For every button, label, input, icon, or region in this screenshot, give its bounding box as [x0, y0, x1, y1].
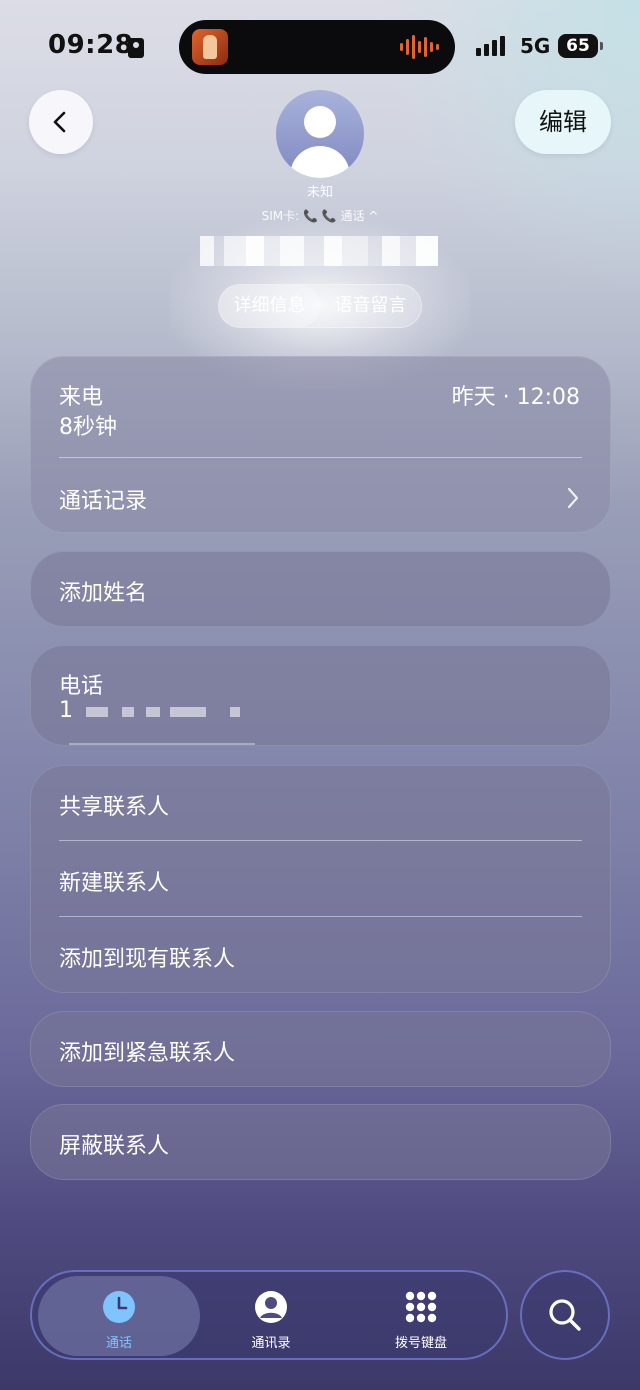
call-info-card: 来电 8秒钟 昨天 · 12:08 通话记录 [30, 356, 611, 533]
masked-phone-digits [86, 707, 240, 717]
phone-number-prefix: 1 [59, 698, 73, 723]
tab-keypad[interactable]: 拨号键盘 [340, 1276, 502, 1356]
edit-button[interactable]: 编辑 [515, 90, 611, 154]
phone-label: 电话 [59, 674, 104, 699]
new-contact-label: 新建联系人 [59, 871, 170, 896]
call-duration: 8秒钟 [59, 415, 117, 440]
chevron-right-icon [567, 487, 579, 509]
divider [59, 457, 582, 458]
contact-actions-card: 共享联系人 新建联系人 添加到现有联系人 [30, 765, 611, 993]
tab-keypad-label: 拨号键盘 [394, 1336, 447, 1351]
masked-phone-number [200, 236, 438, 266]
add-name-label: 添加姓名 [59, 581, 148, 606]
tab-calls[interactable]: 通话 [38, 1276, 200, 1356]
tab-voicemail[interactable]: 语音留言 [320, 285, 421, 327]
tab-calls-label: 通话 [105, 1336, 132, 1351]
new-contact-row[interactable]: 新建联系人 [31, 841, 610, 916]
audio-wave-icon [400, 33, 439, 61]
add-existing-contact-label: 添加到现有联系人 [59, 947, 236, 972]
contact-name: 未知 [306, 185, 333, 200]
island-app-icon [192, 29, 228, 65]
tab-details[interactable]: 详细信息 [219, 285, 320, 327]
battery-indicator: 65 [558, 34, 603, 58]
add-name-button[interactable]: 添加姓名 [30, 551, 611, 627]
back-button[interactable] [29, 90, 93, 154]
cellular-signal-icon [476, 36, 505, 56]
status-bar: 09:28 5G 65 [0, 0, 640, 92]
contact-card-icon [128, 38, 144, 58]
tab-contacts[interactable]: 通讯录 [190, 1276, 352, 1356]
call-history-label: 通话记录 [59, 489, 148, 514]
block-contact-label: 屏蔽联系人 [59, 1134, 170, 1159]
add-existing-contact-row[interactable]: 添加到现有联系人 [31, 917, 610, 993]
detail-tabs: 详细信息 语音留言 [218, 284, 422, 328]
avatar [276, 90, 364, 178]
search-icon [549, 1299, 581, 1331]
add-emergency-contact-button[interactable]: 添加到紧急联系人 [30, 1011, 611, 1087]
clock-icon [103, 1291, 135, 1323]
person-icon [255, 1291, 287, 1323]
block-contact-button[interactable]: 屏蔽联系人 [30, 1104, 611, 1180]
add-emergency-contact-label: 添加到紧急联系人 [59, 1041, 236, 1066]
call-history-row[interactable]: 通话记录 [31, 459, 610, 533]
status-time: 09:28 [48, 30, 134, 60]
call-timestamp: 昨天 · 12:08 [451, 385, 580, 410]
phone-underline [69, 743, 255, 745]
keypad-icon [405, 1291, 437, 1323]
chevron-left-icon [53, 111, 66, 133]
avatar-body [290, 146, 350, 178]
dynamic-island[interactable] [179, 20, 455, 74]
tab-contacts-label: 通讯录 [251, 1336, 291, 1351]
bottom-tab-bar: 通话 通讯录 拨号键盘 [30, 1270, 508, 1360]
search-button[interactable] [520, 1270, 610, 1360]
call-type: 来电 [59, 385, 104, 410]
sim-info: SIM卡: 📞 📞 通话 ^ [261, 209, 379, 223]
share-contact-row[interactable]: 共享联系人 [31, 766, 610, 841]
phone-card[interactable]: 电话 1 [30, 645, 611, 746]
avatar-head [304, 106, 336, 138]
share-contact-label: 共享联系人 [59, 795, 170, 820]
network-type: 5G [520, 34, 551, 58]
